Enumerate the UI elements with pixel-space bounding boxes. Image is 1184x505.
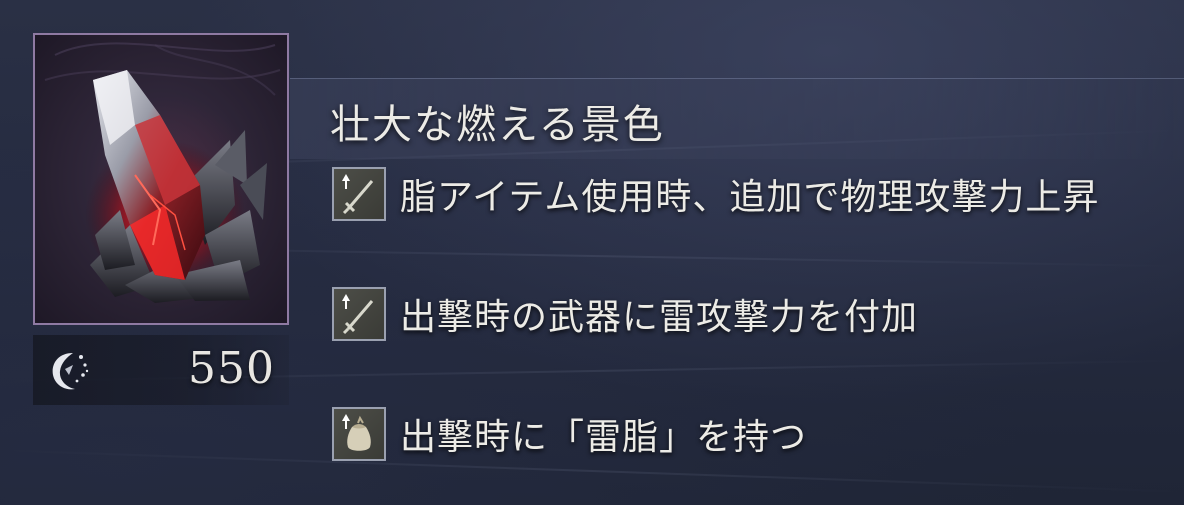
- red-crystal-relic-icon: [44, 42, 281, 303]
- effect-text: 脂アイテム使用時、追加で物理攻撃力上昇: [400, 177, 1100, 218]
- effect-row[interactable]: 出撃時に「雷脂」を持つ: [332, 407, 807, 461]
- rune-currency-icon: [52, 353, 89, 390]
- price-row: 550: [33, 335, 289, 405]
- pouch-up-arrow-icon: [332, 407, 386, 461]
- price-value: 550: [188, 343, 275, 394]
- sword-up-arrow-icon: [332, 167, 386, 221]
- effect-text: 出撃時の武器に雷攻撃力を付加: [400, 297, 919, 338]
- effect-row[interactable]: 脂アイテム使用時、追加で物理攻撃力上昇: [332, 167, 1099, 221]
- sword-up-arrow-icon: [332, 287, 386, 341]
- item-name: 壮大な燃える景色: [330, 102, 665, 148]
- item-image-frame[interactable]: [33, 33, 289, 325]
- effect-row[interactable]: 出撃時の武器に雷攻撃力を付加: [332, 287, 918, 341]
- effect-text: 出撃時に「雷脂」を持つ: [400, 417, 808, 458]
